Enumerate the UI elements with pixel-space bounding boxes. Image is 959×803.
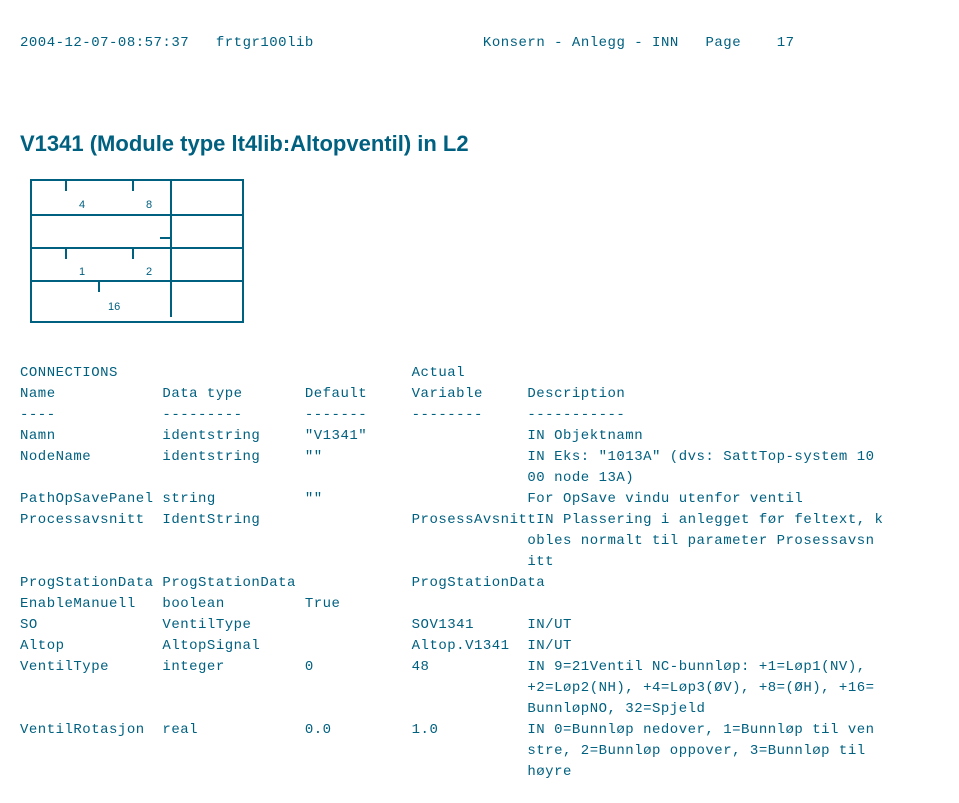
connections-table: CONNECTIONS Actual Name Data type Defaul… [20,363,939,783]
page: 2004-12-07-08:57:37 frtgr100lib Konsern … [0,0,959,803]
diagram-hline [32,247,242,249]
diagram-label-4: 4 [79,200,85,211]
section-title: V1341 (Module type lt4lib:Altopventil) i… [20,131,939,157]
diagram-tick [65,249,67,259]
page-number: 17 [777,35,795,51]
page-label: Page [705,35,741,51]
timestamp: 2004-12-07-08:57:37 [20,35,189,51]
diagram-tick [98,282,100,292]
diagram-tick [132,249,134,259]
diagram-label-16: 16 [108,302,120,313]
diagram-hline [32,214,242,216]
diagram-vline [170,181,172,317]
report-header: 2004-12-07-08:57:37 frtgr100lib Konsern … [20,12,939,75]
diagram-box: 4 8 1 2 16 [30,179,244,323]
diagram-tick [65,181,67,191]
diagram-mark [160,237,170,239]
diagram-label-2: 2 [146,267,152,278]
doc-title: Konsern - Anlegg - INN [483,35,679,51]
diagram-hline [32,280,242,282]
module-diagram: 4 8 1 2 16 [30,179,939,323]
diagram-tick [132,181,134,191]
library-name: frtgr100lib [216,35,314,51]
diagram-label-1: 1 [79,267,85,278]
diagram-label-8: 8 [146,200,152,211]
